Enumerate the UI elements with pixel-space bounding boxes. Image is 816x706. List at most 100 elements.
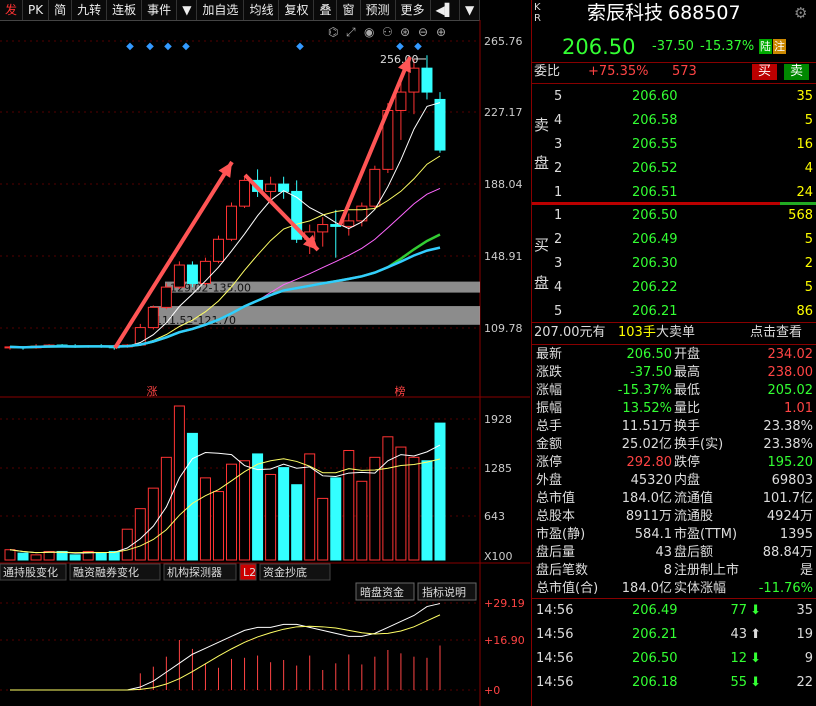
indicator-tick: +16.90 xyxy=(484,634,525,647)
stat-row: 涨跌 -37.50 最高 238.00 xyxy=(532,364,816,382)
stat-row: 盘后量 43 盘后额 88.84万 xyxy=(532,544,816,562)
indicator-tab-label[interactable]: L2 xyxy=(243,566,256,579)
stat-label: 涨幅 xyxy=(536,383,563,398)
stat-value: 195.20 xyxy=(767,455,814,470)
toolbar-item-10[interactable]: 叠 xyxy=(314,0,338,20)
toolbar-item-8[interactable]: 均线 xyxy=(244,0,280,20)
stat-value: 101.7亿 xyxy=(762,491,813,506)
diamond-marker: ◆ xyxy=(414,41,422,52)
buy-level-row: 2 206.49 5 xyxy=(532,231,816,249)
stat-value: 206.50 xyxy=(626,347,673,362)
volume-bar xyxy=(382,436,394,561)
indicator-tab-label[interactable]: 机构探测器 xyxy=(167,565,222,579)
volume-bar xyxy=(121,528,133,561)
toolbar-item-11[interactable]: 窗 xyxy=(337,0,361,20)
diamond-marker: ◆ xyxy=(296,41,304,52)
diamond-marker: ◆ xyxy=(396,41,404,52)
stat-label: 盘后笔数 xyxy=(536,563,589,578)
tick-price: 206.50 xyxy=(632,651,678,666)
stat-label: 盘后量 xyxy=(536,545,576,560)
indicator-button-label[interactable]: 指标说明 xyxy=(422,585,466,599)
stat-value: 11.51万 xyxy=(621,419,672,434)
sell-level-row: 4 206.58 5 xyxy=(532,112,816,130)
stat-row: 外盘 45320 内盘 69803 xyxy=(532,472,816,490)
level-vol: 2 xyxy=(804,256,813,271)
tick-row: 14:56 206.49 77 ⬇ 35 xyxy=(532,602,816,620)
stat-value: 234.02 xyxy=(767,347,814,362)
toolbar-item-5[interactable]: 事件 xyxy=(142,0,178,20)
toolbar-item-7[interactable]: 加自选 xyxy=(197,0,245,20)
sell-label-2: 盘 xyxy=(534,154,550,172)
indicator-tab-label[interactable]: 通持股变化 xyxy=(3,565,58,579)
buy-label-2: 盘 xyxy=(534,274,550,292)
candle-body xyxy=(421,67,433,93)
stat-label: 内盘 xyxy=(674,473,701,488)
indicator-signal-line xyxy=(10,614,441,691)
toolbar-item-6[interactable]: ▼ xyxy=(177,0,198,20)
tick-price: 206.49 xyxy=(632,603,678,618)
candle-body xyxy=(330,224,342,227)
buy-button[interactable]: 买 xyxy=(752,64,778,80)
down-arrow-icon: ⬇ xyxy=(750,603,761,618)
stat-value: 584.1 xyxy=(634,527,672,542)
volume-bar xyxy=(173,405,185,561)
stat-label: 跌停 xyxy=(674,455,701,470)
volume-bar xyxy=(395,446,407,561)
stat-value: 1.01 xyxy=(784,401,813,416)
volume-bar xyxy=(30,554,42,561)
stat-row: 振幅 13.52% 量比 1.01 xyxy=(532,400,816,418)
volume-bar xyxy=(239,460,251,561)
candle-body xyxy=(226,205,238,240)
toolbar-item-13[interactable]: 更多 xyxy=(396,0,431,20)
candle-body xyxy=(343,220,355,227)
toolbar-item-4[interactable]: 连板 xyxy=(107,0,143,20)
toolbar-item-12[interactable]: 预测 xyxy=(361,0,396,20)
stat-label: 外盘 xyxy=(536,473,563,488)
tag-zhu: 注 xyxy=(773,39,786,54)
buy-label-1: 买 xyxy=(534,236,550,254)
tick-price: 206.21 xyxy=(632,627,678,642)
indicator-tab-label[interactable]: 融资融券变化 xyxy=(73,565,139,579)
big-order-price: 207.00元有 xyxy=(534,325,606,340)
indicator-button-label[interactable]: 暗盘资金 xyxy=(360,585,404,599)
toolbar-item-15[interactable]: ▼ xyxy=(460,0,481,20)
candle-body xyxy=(147,306,159,329)
gear-icon[interactable]: ⚙ xyxy=(794,4,807,22)
level-num: 4 xyxy=(554,113,563,128)
toolbar-item-0[interactable]: 发 xyxy=(0,0,24,20)
volume-bar xyxy=(147,487,159,561)
weibi-value: +75.35% xyxy=(588,64,649,79)
buy-level-row: 1 206.50 568 xyxy=(532,207,816,225)
toolbar-item-2[interactable]: 简 xyxy=(49,0,73,20)
stat-label: 最低 xyxy=(674,383,701,398)
stat-value: -15.37% xyxy=(617,383,672,398)
up-arrow-icon: ⬆ xyxy=(750,627,761,642)
stat-label: 振幅 xyxy=(536,401,563,416)
stat-value: 184.0亿 xyxy=(621,581,672,596)
tick-price: 206.18 xyxy=(632,675,678,690)
volume-tick: X100 xyxy=(484,550,513,563)
price-tick: 148.91 xyxy=(484,250,523,263)
indicator-tab-label[interactable]: 资金抄底 xyxy=(263,565,307,579)
stat-value: 是 xyxy=(799,563,813,578)
chart-area[interactable]: 265.76227.17188.04148.91109.78129.02-135… xyxy=(0,20,530,706)
stat-value: 184.0亿 xyxy=(621,491,672,506)
sell-button[interactable]: 卖 xyxy=(784,64,810,80)
change-value: -37.50 xyxy=(652,39,694,54)
book-divider-red xyxy=(532,202,816,205)
toolbar-item-14[interactable]: ◀▌ xyxy=(431,0,460,20)
stat-value: 23.38% xyxy=(763,419,813,434)
stat-value: 1395 xyxy=(779,527,813,542)
stat-value: 13.52% xyxy=(622,401,672,416)
toolbar-item-3[interactable]: 九转 xyxy=(72,0,108,20)
toolbar-item-9[interactable]: 复权 xyxy=(279,0,315,20)
toolbar-item-1[interactable]: PK xyxy=(23,0,50,20)
price-tick: 227.17 xyxy=(484,106,523,119)
candle-body xyxy=(160,286,172,308)
stat-label: 总市值(合) xyxy=(536,581,599,596)
view-link[interactable]: 点击查看 xyxy=(750,324,802,342)
volume-bar xyxy=(343,449,355,561)
sell-level-row: 5 206.60 35 xyxy=(532,88,816,106)
level-vol: 5 xyxy=(804,280,813,295)
level-price: 206.22 xyxy=(632,280,678,295)
